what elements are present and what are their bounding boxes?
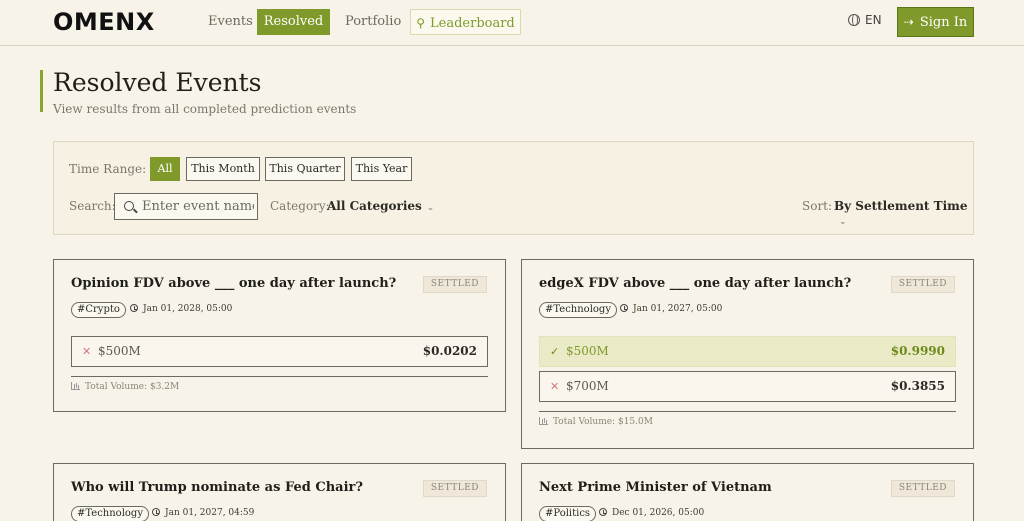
- bar-chart-icon: [71, 382, 80, 390]
- event-date-text: Jan 01, 2027, 05:00: [633, 304, 723, 314]
- event-date-text: Dec 01, 2026, 05:00: [612, 508, 705, 518]
- clock-icon: [599, 508, 607, 516]
- sign-in-icon: ⇢: [903, 15, 914, 29]
- card-divider: [539, 411, 956, 412]
- clock-icon: [620, 304, 628, 312]
- event-date: Jan 01, 2027, 04:59: [152, 508, 254, 518]
- search-label: Search:: [69, 199, 116, 213]
- event-date: Dec 01, 2026, 05:00: [599, 508, 704, 518]
- outcome-row-winner[interactable]: ✓ $500M $0.9990: [539, 336, 956, 367]
- status-badge: SETTLED: [890, 276, 955, 293]
- clock-icon: [130, 304, 138, 312]
- time-range-label: Time Range:: [69, 162, 147, 176]
- total-volume-text: Total Volume: $3.2M: [85, 382, 180, 392]
- search-icon: [124, 201, 134, 211]
- top-nav-bar: OMENX Events Resolved Portfolio ⚲ Leaderb…: [0, 0, 1024, 46]
- total-volume-text: Total Volume: $15.0M: [553, 417, 653, 427]
- category-tag[interactable]: #Politics: [539, 506, 597, 521]
- time-filter-all[interactable]: All: [150, 157, 180, 181]
- chevron-down-icon: ⌄: [426, 203, 435, 213]
- event-card[interactable]: Next Prime Minister of Vietnam SETTLED #…: [521, 463, 974, 521]
- nav-portfolio[interactable]: Portfolio: [333, 9, 413, 35]
- search-input[interactable]: [142, 197, 254, 216]
- sort-dropdown[interactable]: By Settlement Time ⌄: [834, 199, 973, 227]
- event-title: Who will Trump nominate as Fed Chair?: [71, 480, 363, 495]
- event-card[interactable]: Opinion FDV above ___ one day after laun…: [53, 259, 506, 412]
- cross-icon: ✕: [550, 380, 560, 393]
- event-title: Next Prime Minister of Vietnam: [539, 480, 772, 495]
- title-accent-bar: [40, 70, 43, 112]
- language-selector[interactable]: EN: [848, 13, 882, 27]
- total-volume: Total Volume: $15.0M: [539, 417, 653, 427]
- clock-icon: [152, 508, 160, 516]
- event-date: Jan 01, 2027, 05:00: [620, 304, 722, 314]
- nav-leaderboard[interactable]: ⚲ Leaderboard: [410, 9, 521, 35]
- bar-chart-icon: [539, 417, 548, 425]
- status-badge: SETTLED: [422, 480, 487, 497]
- status-badge: SETTLED: [422, 276, 487, 293]
- page-subtitle: View results from all completed predicti…: [53, 102, 357, 116]
- category-label: Category:: [270, 199, 330, 213]
- category-dropdown[interactable]: All Categories ⌄: [327, 199, 434, 213]
- nav-resolved[interactable]: Resolved: [257, 9, 330, 35]
- time-filter-this-quarter[interactable]: This Quarter: [265, 157, 345, 181]
- language-label: EN: [865, 13, 882, 27]
- omenx-logo[interactable]: OMENX: [53, 8, 155, 36]
- event-date-text: Jan 01, 2027, 04:59: [165, 508, 255, 518]
- search-box: [114, 193, 258, 220]
- event-card[interactable]: Who will Trump nominate as Fed Chair? SE…: [53, 463, 506, 521]
- sort-value: By Settlement Time: [834, 199, 968, 213]
- time-filter-this-year[interactable]: This Year: [351, 157, 412, 181]
- chevron-down-icon: ⌄: [839, 217, 847, 227]
- sort-label: Sort:: [802, 199, 833, 213]
- outcome-row[interactable]: ✕ $700M $0.3855: [539, 371, 956, 402]
- event-date-text: Jan 01, 2028, 05:00: [143, 304, 233, 314]
- outcome-name: $500M: [98, 344, 141, 358]
- check-icon: ✓: [550, 345, 560, 358]
- total-volume: Total Volume: $3.2M: [71, 382, 179, 392]
- category-tag[interactable]: #Crypto: [71, 302, 126, 318]
- event-title: Opinion FDV above ___ one day after laun…: [71, 276, 397, 291]
- event-card[interactable]: edgeX FDV above ___ one day after launch…: [521, 259, 974, 449]
- page-title: Resolved Events: [53, 68, 262, 97]
- globe-icon: [848, 14, 860, 26]
- outcome-row[interactable]: ✕ $500M $0.0202: [71, 336, 488, 367]
- event-title: edgeX FDV above ___ one day after launch…: [539, 276, 852, 291]
- category-value: All Categories: [327, 199, 422, 213]
- time-filter-this-month[interactable]: This Month: [186, 157, 260, 181]
- cross-icon: ✕: [82, 345, 92, 358]
- sign-in-label: Sign In: [919, 15, 968, 30]
- nav-leaderboard-label: Leaderboard: [430, 16, 515, 31]
- filter-panel: Time Range: All This Month This Quarter …: [53, 141, 974, 235]
- outcome-price: $0.9990: [890, 344, 945, 358]
- category-tag[interactable]: #Technology: [539, 302, 617, 318]
- outcome-name: $700M: [566, 379, 609, 393]
- category-tag[interactable]: #Technology: [71, 506, 149, 521]
- status-badge: SETTLED: [890, 480, 955, 497]
- outcome-name: $500M: [566, 344, 609, 358]
- event-date: Jan 01, 2028, 05:00: [130, 304, 232, 314]
- sign-in-button[interactable]: ⇢ Sign In: [897, 7, 974, 37]
- card-divider: [71, 376, 488, 377]
- nav-events[interactable]: Events: [196, 9, 265, 35]
- outcome-price: $0.3855: [890, 379, 945, 393]
- trophy-icon: ⚲: [416, 16, 426, 30]
- outcome-price: $0.0202: [422, 344, 477, 358]
